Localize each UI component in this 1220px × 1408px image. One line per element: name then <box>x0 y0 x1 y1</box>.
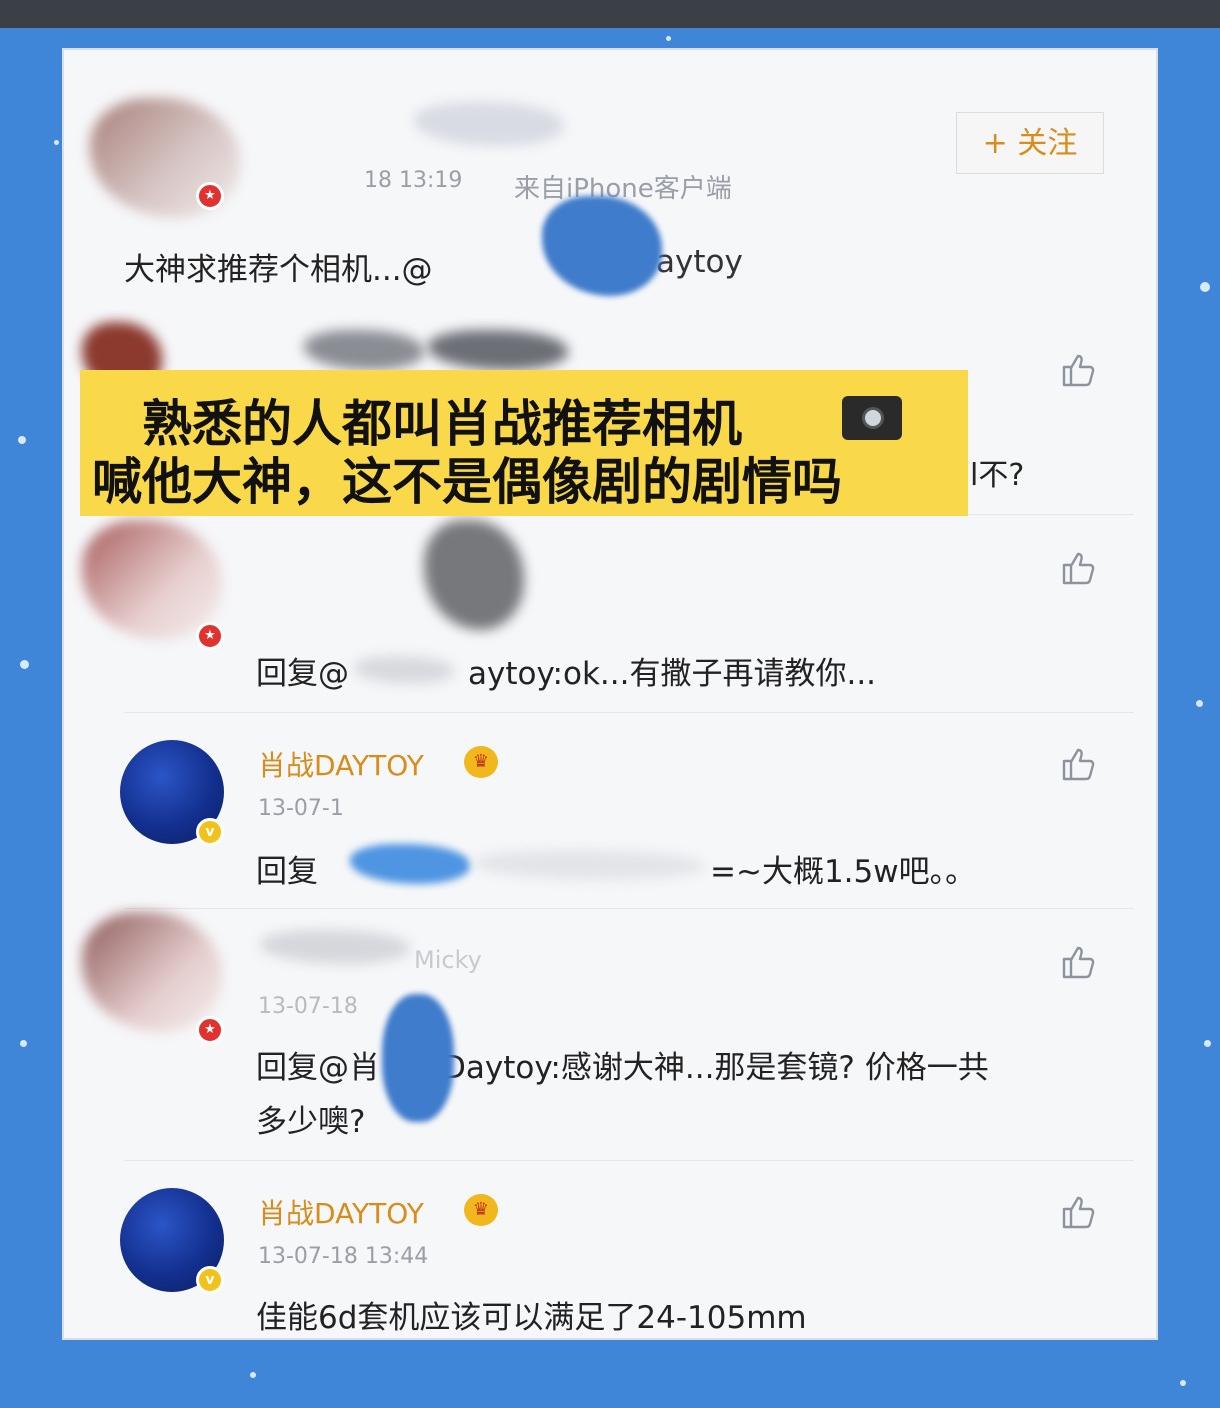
mention-blurred <box>354 656 454 684</box>
divider <box>124 712 1134 713</box>
comment-text: aytoy:ok...有撒子再请教你... <box>468 656 877 692</box>
divider <box>124 908 1134 909</box>
mention-blur-mark <box>542 196 662 296</box>
comment-text: 佳能6d套机应该可以满足了24-105mm <box>256 1300 807 1336</box>
avatar-blurred <box>82 912 222 1032</box>
comment-partial-text: l不? <box>970 458 1025 493</box>
comment-time: 13-07-18 <box>258 994 358 1019</box>
comment-time: 13-07-1 <box>258 796 344 821</box>
username-blurred <box>428 330 568 370</box>
like-icon[interactable] <box>1058 942 1098 982</box>
crown-icon: ♛ <box>464 746 498 778</box>
comment-text: Daytoy:感谢大神...那是套镜? 价格一共 <box>442 1050 989 1086</box>
comment-text: =~大概1.5w吧。。 <box>710 854 977 890</box>
mention-blur-mark <box>350 844 470 884</box>
verified-badge-icon: v <box>196 818 224 846</box>
username[interactable]: 肖战DAYTOY <box>258 1192 424 1232</box>
crown-icon: ♛ <box>464 1194 498 1226</box>
status-bar <box>0 0 1220 28</box>
caption-line-2: 喊他大神，这不是偶像剧的剧情吗 <box>92 453 842 511</box>
vip-badge-icon: ★ <box>196 1016 224 1044</box>
username[interactable]: 肖战DAYTOY <box>258 744 424 784</box>
username-blurred <box>260 930 410 964</box>
username-blurred <box>414 102 564 146</box>
reply-prefix: 回复@肖 <box>256 1050 380 1086</box>
verified-badge-icon: v <box>196 1266 224 1294</box>
vip-badge-icon: ★ <box>196 622 224 650</box>
caption-overlay: 熟悉的人都叫肖战推荐相机 喊他大神，这不是偶像剧的剧情吗 <box>80 370 968 516</box>
like-icon[interactable] <box>1058 548 1098 588</box>
comment-time: 13-07-18 13:44 <box>258 1244 429 1269</box>
divider <box>124 1160 1134 1161</box>
vip-badge-icon: ★ <box>196 182 224 210</box>
comment-text-line2: 多少噢? <box>256 1104 366 1140</box>
username-blurred <box>424 520 524 630</box>
like-icon[interactable] <box>1058 350 1098 390</box>
like-icon[interactable] <box>1058 744 1098 784</box>
reply-prefix: 回复 <box>256 854 318 890</box>
mention-tail: aytoy <box>656 244 743 280</box>
like-icon[interactable] <box>1058 1192 1098 1232</box>
weibo-comment-panel: ★ 18 13:19 来自iPhone客户端 + 关注 大神求推荐个相机...@… <box>62 48 1158 1340</box>
username-partial[interactable]: Micky <box>414 946 482 974</box>
username-blurred <box>304 330 424 370</box>
avatar-blurred <box>82 520 222 640</box>
camera-icon <box>842 396 902 440</box>
follow-button[interactable]: + 关注 <box>956 112 1104 174</box>
comment-time: 18 13:19 <box>364 168 463 193</box>
reply-prefix: 回复@ <box>256 656 349 692</box>
mention-blur-mark <box>382 994 454 1122</box>
mention-blurred <box>474 850 704 880</box>
comment-text: 大神求推荐个相机...@ <box>124 252 433 288</box>
